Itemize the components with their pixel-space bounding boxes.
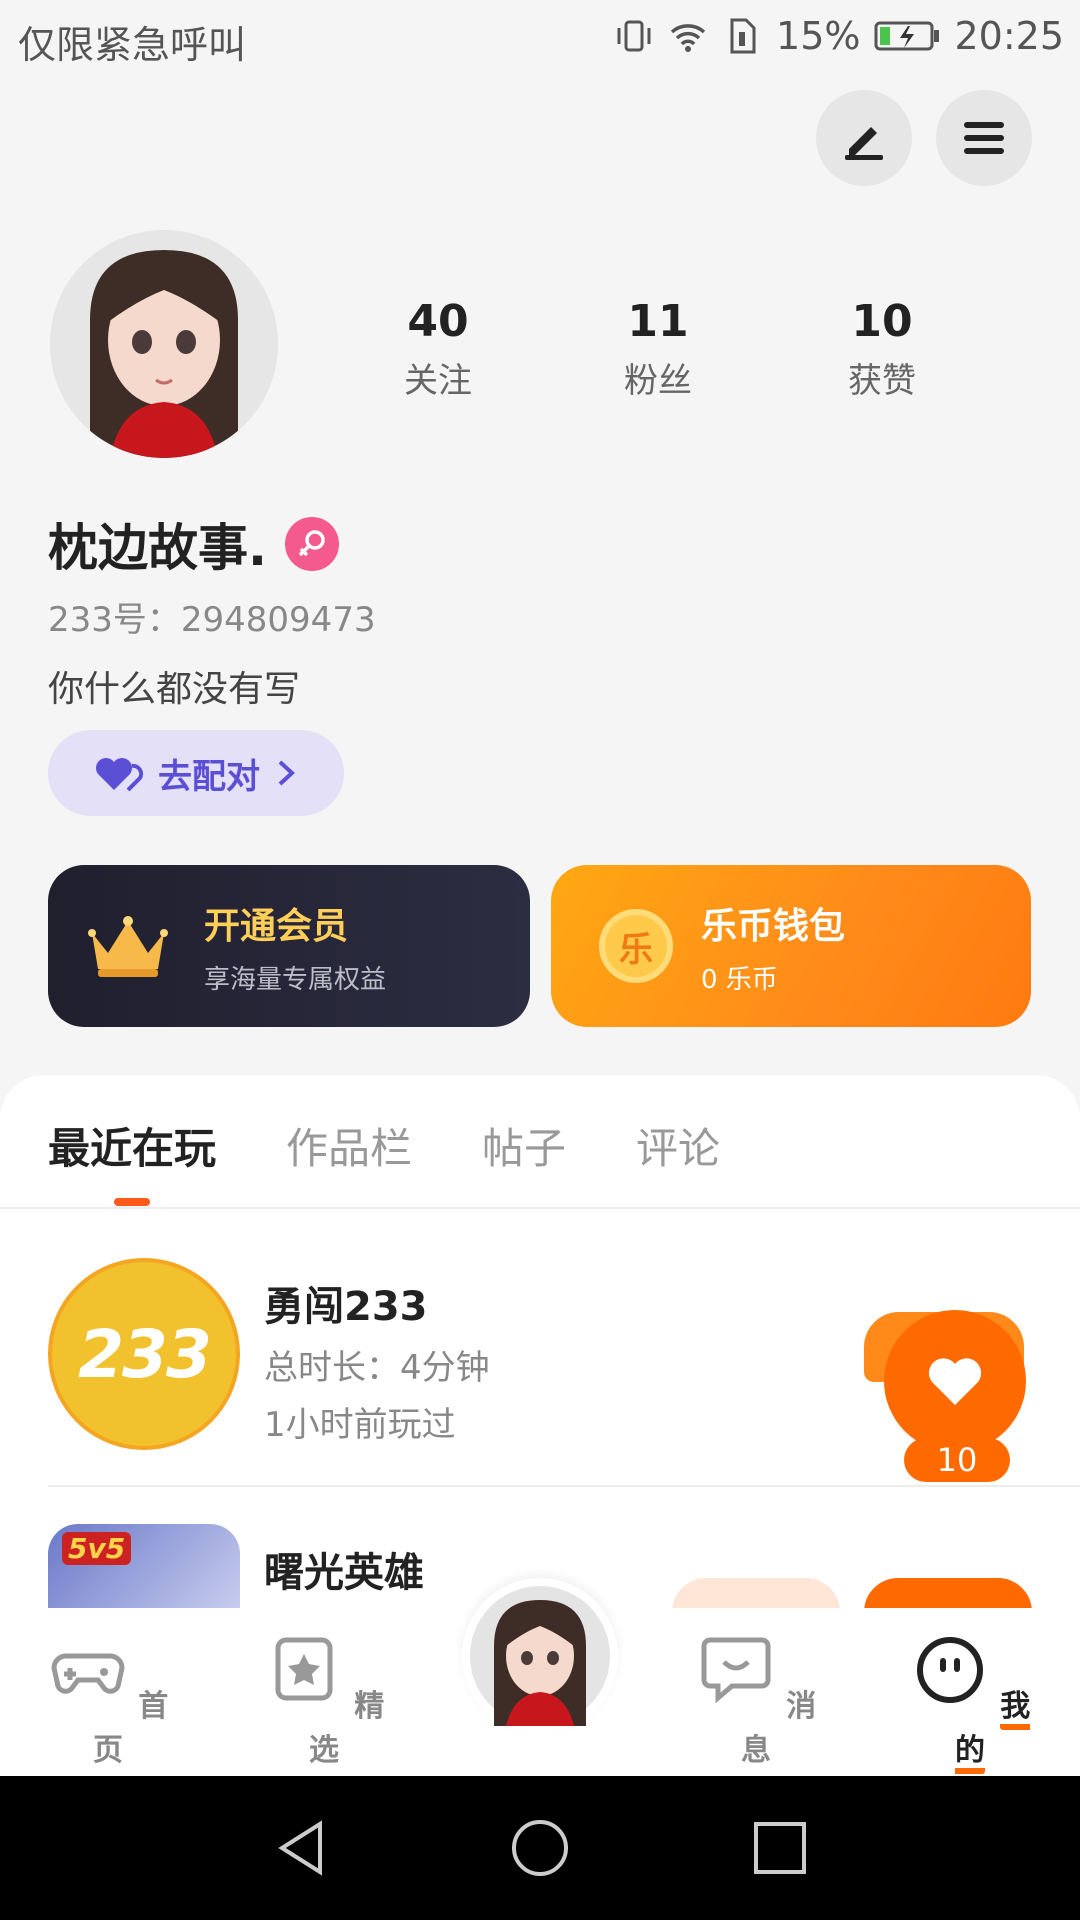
tab-posts[interactable]: 帖子 — [482, 1115, 566, 1176]
game-title: 曙光英雄 — [264, 1550, 424, 1596]
status-icons: 15% 20:25 — [614, 14, 1064, 58]
game-icon[interactable]: 5v5 — [48, 1524, 240, 1608]
coin-icon: 乐 — [599, 909, 673, 983]
star-card-icon — [275, 1637, 333, 1701]
hamburger-icon — [964, 122, 1004, 154]
clock: 20:25 — [954, 14, 1064, 58]
menu-button[interactable] — [936, 90, 1032, 186]
edit-button[interactable] — [816, 90, 912, 186]
pair-button-label: 去配对 — [158, 756, 260, 797]
stat-followers[interactable]: 11 粉丝 — [578, 296, 738, 402]
tab-works[interactable]: 作品栏 — [286, 1115, 412, 1176]
row-divider — [48, 1485, 1080, 1487]
crown-icon — [88, 916, 168, 977]
user-bio: 你什么都没有写 — [48, 669, 301, 710]
like-floating-button[interactable]: 10 — [862, 1308, 1032, 1484]
profile-tabs: 最近在玩 作品栏 帖子 评论 — [48, 1115, 720, 1176]
coin-icon-char: 乐 — [619, 929, 653, 970]
secondary-action-button[interactable] — [672, 1578, 840, 1612]
back-icon[interactable] — [272, 1818, 332, 1878]
game-duration: 总时长：4分钟 — [264, 1348, 490, 1388]
game-row[interactable]: 233 — [48, 1258, 240, 1450]
battery-percent: 15% — [776, 14, 861, 58]
status-bar: 仅限紧急呼叫 15% 20:25 — [0, 0, 1080, 75]
profile-name-row: 枕边故事. — [48, 508, 339, 580]
profile-avatar[interactable] — [50, 230, 278, 458]
wifi-icon — [670, 24, 706, 52]
nav-messages[interactable]: 消息 — [686, 1630, 826, 1769]
coin-card-balance: 0 乐币 — [701, 964, 778, 995]
female-icon — [285, 517, 339, 571]
tab-indicator — [114, 1198, 150, 1206]
nav-featured[interactable]: 精选 — [254, 1630, 394, 1769]
game-icon-text: 233 — [78, 1315, 212, 1393]
game-info: 勇闯233 总时长：4分钟 1小时前玩过 — [264, 1274, 490, 1446]
tabs-divider — [0, 1207, 1080, 1209]
game-title: 勇闯233 — [264, 1284, 428, 1330]
heart-icon — [928, 1358, 982, 1405]
stat-likes-value: 10 — [851, 296, 913, 347]
primary-action-button[interactable] — [864, 1578, 1032, 1612]
game-badge: 5v5 — [62, 1532, 132, 1565]
pencil-icon — [845, 127, 883, 160]
stat-likes[interactable]: 10 获赞 — [802, 296, 962, 402]
nav-me[interactable]: 我的 — [900, 1630, 1040, 1774]
coin-card-title: 乐币钱包 — [701, 905, 846, 947]
chat-bubble-icon — [701, 1637, 771, 1704]
pair-button[interactable]: 去配对 — [48, 730, 344, 816]
nav-center-avatar[interactable] — [462, 1578, 618, 1734]
coin-wallet-card[interactable]: 乐 乐币钱包 0 乐币 — [551, 865, 1031, 1027]
center-avatar-illustration — [470, 1586, 610, 1726]
battery-icon — [874, 21, 940, 51]
chevron-right-icon — [278, 760, 295, 786]
tab-recent[interactable]: 最近在玩 — [48, 1115, 216, 1176]
stat-followers-label: 粉丝 — [624, 361, 692, 401]
vip-card[interactable]: 开通会员 享海量专属权益 — [48, 865, 530, 1027]
nav-home[interactable]: 首页 — [38, 1630, 178, 1769]
avatar-illustration — [50, 230, 278, 458]
heart-pair-icon — [96, 758, 144, 792]
game-last-played: 1小时前玩过 — [264, 1405, 456, 1445]
sim-icon — [730, 18, 756, 54]
stat-following-label: 关注 — [404, 361, 472, 401]
stat-followers-value: 11 — [627, 296, 689, 347]
game-icon: 233 — [48, 1258, 240, 1450]
vip-card-subtitle: 享海量专属权益 — [204, 964, 387, 995]
tab-comments[interactable]: 评论 — [636, 1115, 720, 1176]
system-nav-bar — [0, 1776, 1080, 1920]
recents-icon[interactable] — [750, 1818, 810, 1878]
user-id: 233号：294809473 — [48, 600, 376, 640]
home-circle-icon[interactable] — [510, 1818, 570, 1878]
smiley-face-icon — [916, 1637, 983, 1703]
vibrate-icon — [617, 20, 651, 52]
stat-following[interactable]: 40 关注 — [358, 296, 518, 402]
carrier-text: 仅限紧急呼叫 — [18, 23, 247, 67]
profile-name: 枕边故事. — [48, 519, 267, 577]
stat-following-value: 40 — [407, 296, 469, 347]
stat-likes-label: 获赞 — [848, 361, 916, 401]
gamepad-icon — [51, 1653, 125, 1694]
vip-card-title: 开通会员 — [204, 905, 349, 947]
like-count: 10 — [904, 1438, 1010, 1482]
